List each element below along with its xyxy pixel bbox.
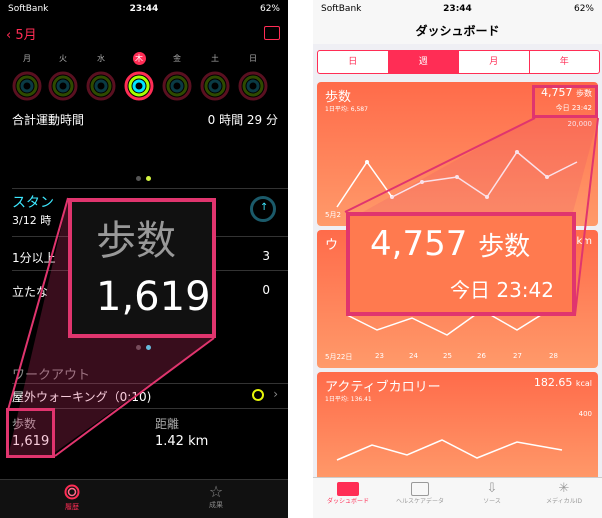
zoom-steps-value: 4,757 xyxy=(370,224,468,264)
zoom-steps-panel: 歩数 1,619 xyxy=(68,198,216,338)
zoom-steps-value: 1,619 xyxy=(96,274,211,320)
zoom-steps-time: 今日 23:42 xyxy=(450,278,554,302)
zoom-steps-label: 歩数 xyxy=(96,218,176,264)
health-dashboard-screen: SoftBank 23:44 62% ダッシュボード 日週月年 歩数 1日平均:… xyxy=(313,0,602,518)
zoom-steps-panel: 4,757 歩数 今日 23:42 xyxy=(346,212,576,316)
zoom-steps-value-line: 4,757 歩数 xyxy=(370,224,530,264)
activity-app-screen: SoftBank 23:44 62% ‹ 5月 月火水木金土日 合計運動時間 0… xyxy=(0,0,288,518)
zoom-steps-unit: 歩数 xyxy=(478,232,531,262)
